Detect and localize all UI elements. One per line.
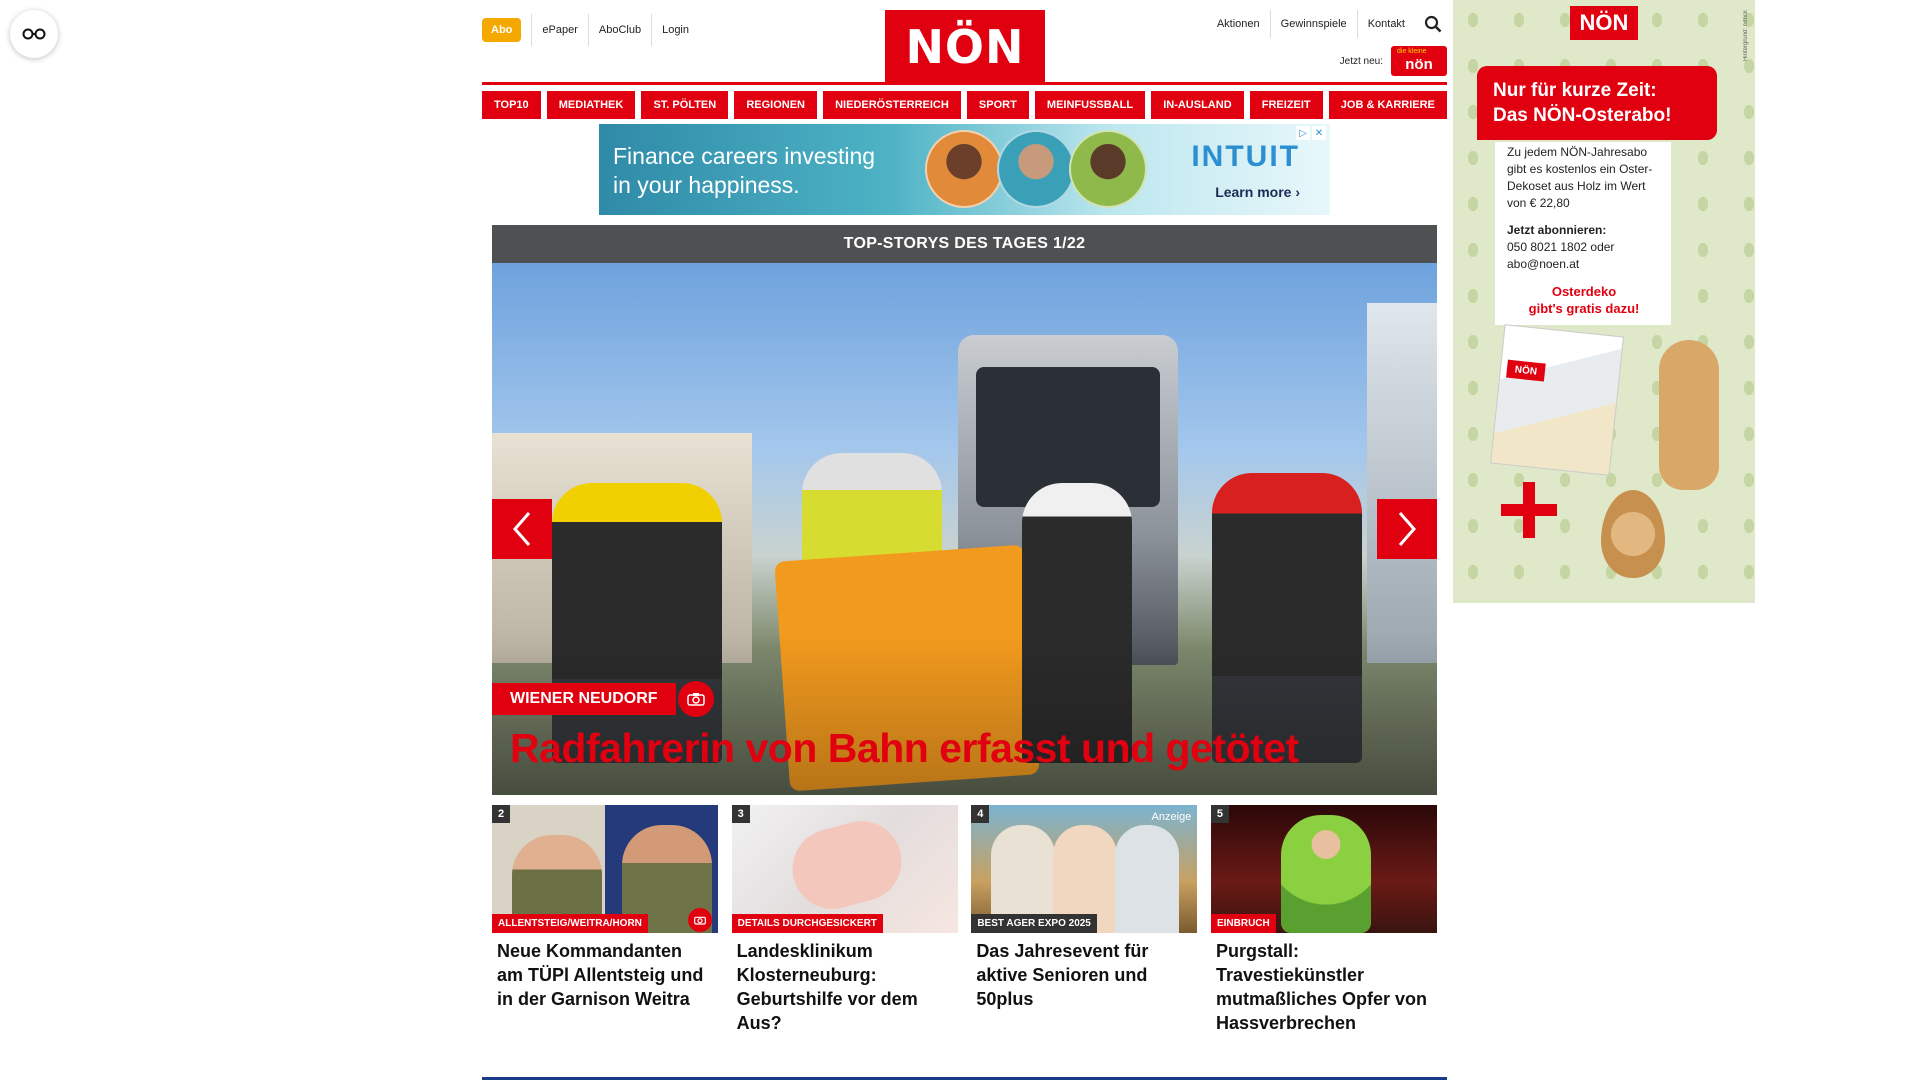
osterabo-side-ad[interactable]: Hintergrund: iStock NÖN Nur für kurze Ze… — [1453, 0, 1755, 603]
aboclub-link[interactable]: AboClub — [587, 14, 651, 46]
camera-icon — [678, 681, 714, 717]
teaser-title[interactable]: Purgstall: Travestiekünstler mutmaßliche… — [1211, 933, 1437, 1035]
teaser-number: 3 — [731, 805, 750, 823]
slider-next-button[interactable] — [1377, 499, 1437, 559]
teaser-card[interactable]: 5 EINBRUCH Purgstall: Travestiekünstler … — [1210, 805, 1437, 1035]
nav-item-sport[interactable]: SPORT — [966, 91, 1029, 119]
jetzt-neu-label: Jetzt neu: — [1339, 55, 1383, 67]
page: Abo ePaper AboClub Login NÖN Aktionen Ge… — [0, 0, 1920, 1080]
ad-text: Finance careers investing in your happin… — [613, 142, 875, 200]
main-nav: TOP10 MEDIATHEK ST. PÖLTEN REGIONEN NIED… — [482, 91, 1447, 119]
sponsored-label: Anzeige — [1151, 811, 1192, 823]
login-link[interactable]: Login — [651, 14, 699, 46]
slider-header: TOP-STORYS DES TAGES 1/22 — [492, 225, 1437, 263]
main-story-title[interactable]: Radfahrerin von Bahn erfasst und getötet — [510, 725, 1299, 772]
main-story-category[interactable]: WIENER NEUDORF — [492, 683, 676, 715]
main-story[interactable]: WIENER NEUDORF Radfahrerin von Bahn erfa… — [492, 263, 1437, 795]
ad-learn-more[interactable]: Learn more › — [1215, 184, 1300, 200]
easter-bunny-image — [1659, 340, 1719, 490]
header: Abo ePaper AboClub Login NÖN Aktionen Ge… — [482, 0, 1447, 84]
nav-item-meinfussball[interactable]: MEINFUSSBALL — [1034, 91, 1146, 119]
nav-item-niederoesterreich[interactable]: NIEDERÖSTERREICH — [823, 91, 961, 119]
accessibility-button[interactable] — [10, 10, 58, 58]
glasses-icon — [22, 28, 46, 40]
ad-person — [997, 130, 1075, 208]
plus-icon — [1501, 482, 1557, 538]
epaper-link[interactable]: ePaper — [531, 14, 587, 46]
teaser-card[interactable]: 2 ALLENTSTEIG/WEITRA/HORN Neue Kommandan… — [492, 805, 718, 1035]
teaser-category: DETAILS DURCHGESICKERT — [731, 914, 883, 933]
camera-icon — [688, 908, 712, 932]
ad-choices: ▷ ✕ — [1296, 126, 1326, 140]
teaser-list: 2 ALLENTSTEIG/WEITRA/HORN Neue Kommandan… — [492, 805, 1437, 1035]
chevron-left-icon — [513, 512, 531, 546]
noen-logo[interactable]: NÖN — [885, 10, 1045, 84]
ad-person — [925, 130, 1003, 208]
kleine-noen-logo[interactable]: die kleine nön — [1391, 46, 1447, 76]
teaser-number: 5 — [1210, 805, 1229, 823]
ad-credit: Hintergrund: iStock — [1743, 10, 1749, 62]
teaser-title[interactable]: Landesklinikum Klosterneuburg: Geburtshi… — [732, 933, 958, 1035]
nav-item-top10[interactable]: TOP10 — [482, 91, 541, 119]
top-stories-slider: TOP-STORYS DES TAGES 1/22 WIENER NEUDORF — [492, 225, 1437, 795]
ad-close-icon[interactable]: ✕ — [1312, 126, 1326, 140]
nav-item-st-poelten[interactable]: ST. PÖLTEN — [641, 91, 729, 119]
teaser-category: ALLENTSTEIG/WEITRA/HORN — [492, 914, 648, 933]
main-column: Abo ePaper AboClub Login NÖN Aktionen Ge… — [482, 0, 1447, 1080]
ad-text-line2: in your happiness. — [613, 172, 800, 198]
side-ad-cta-label: Jetzt abonnieren: — [1507, 223, 1607, 237]
teaser-title[interactable]: Das Jahresevent für aktive Senioren und … — [971, 933, 1197, 1011]
side-ad-mag-tag: NÖN — [1506, 359, 1546, 382]
teaser-image: 3 DETAILS DURCHGESICKERT — [731, 805, 958, 933]
teaser-category: BEST AGER EXPO 2025 — [971, 914, 1097, 933]
chevron-right-icon — [1398, 512, 1416, 546]
aktionen-link[interactable]: Aktionen — [1207, 10, 1270, 38]
side-ad-contact: 050 8021 1802 oder abo@noen.at — [1507, 240, 1615, 271]
side-ad-headline: Nur für kurze Zeit: Das NÖN-Osterabo! — [1477, 66, 1717, 140]
adchoices-icon[interactable]: ▷ — [1296, 126, 1310, 140]
kleine-noen-text: nön — [1405, 56, 1433, 73]
side-ad-promo-1: Osterdeko — [1551, 284, 1617, 299]
teaser-number: 2 — [492, 805, 510, 823]
jetzt-neu: Jetzt neu: die kleine nön — [1340, 46, 1447, 76]
side-ad-body: Zu jedem NÖN-Jahresabo gibt es kostenlos… — [1507, 145, 1653, 210]
abo-button[interactable]: Abo — [482, 18, 522, 42]
ad-person — [1069, 130, 1147, 208]
side-ad-promo-2: gibt's gratis dazu! — [1528, 301, 1640, 316]
teaser-category: EINBRUCH — [1210, 914, 1276, 933]
nav-divider — [482, 82, 1447, 85]
side-ad-text-box: Zu jedem NÖN-Jahresabo gibt es kostenlos… — [1495, 142, 1671, 325]
ad-brand: INTUIT — [1191, 140, 1300, 173]
nav-item-mediathek[interactable]: MEDIATHEK — [546, 91, 636, 119]
ad-text-line1: Finance careers investing — [613, 143, 876, 169]
teaser-image: 2 ALLENTSTEIG/WEITRA/HORN — [492, 805, 718, 933]
slider-prev-button[interactable] — [492, 499, 552, 559]
header-right-links: Aktionen Gewinnspiele Kontakt — [1207, 10, 1447, 38]
side-ad-logo: NÖN — [1570, 6, 1638, 40]
nav-item-in-ausland[interactable]: IN-AUSLAND — [1151, 91, 1244, 119]
kontakt-link[interactable]: Kontakt — [1356, 10, 1415, 38]
gewinnspiele-link[interactable]: Gewinnspiele — [1269, 10, 1357, 38]
side-ad-headline-1: Nur für kurze Zeit: — [1493, 80, 1657, 101]
teaser-image: 5 EINBRUCH — [1210, 805, 1437, 933]
teaser-title[interactable]: Neue Kommandanten am TÜPl Allentsteig un… — [492, 933, 718, 1011]
nav-item-job-karriere[interactable]: JOB & KARRIERE — [1328, 91, 1447, 119]
nav-item-regionen[interactable]: REGIONEN — [734, 91, 817, 119]
header-left-links: Abo ePaper AboClub Login — [482, 14, 699, 46]
intuit-ad-banner[interactable]: Finance careers investing in your happin… — [599, 124, 1330, 215]
teaser-card[interactable]: 4 Anzeige BEST AGER EXPO 2025 Das Jahres… — [971, 805, 1198, 1035]
nav-item-freizeit[interactable]: FREIZEIT — [1249, 91, 1323, 119]
teaser-number: 4 — [971, 805, 990, 823]
side-ad-magazines: NÖN — [1490, 324, 1624, 476]
photo-tower — [1367, 303, 1437, 663]
ad-people-image — [925, 130, 1147, 208]
side-ad-headline-2: Das NÖN-Osterabo! — [1493, 105, 1672, 126]
teaser-card[interactable]: 3 DETAILS DURCHGESICKERT Landesklinikum … — [731, 805, 958, 1035]
kleine-noen-small: die kleine — [1397, 48, 1427, 55]
search-icon[interactable] — [1419, 10, 1447, 38]
side-ad-promo: Osterdeko gibt's gratis dazu! — [1507, 283, 1661, 317]
teaser-image: 4 Anzeige BEST AGER EXPO 2025 — [971, 805, 1198, 933]
